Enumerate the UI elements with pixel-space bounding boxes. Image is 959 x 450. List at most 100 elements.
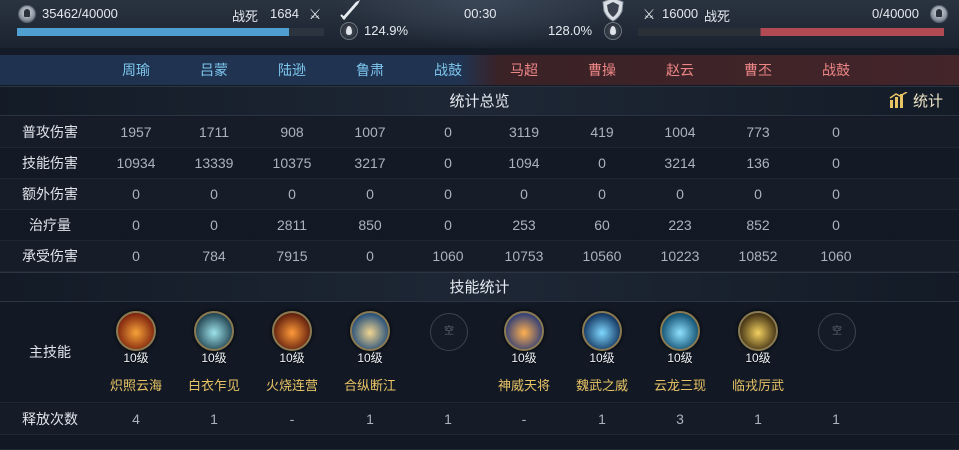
table-cell: 419 [590,124,614,140]
hero-name-red[interactable]: 战鼓 [797,55,875,85]
table-cell: 0 [366,248,374,264]
left-morale-icon [340,22,358,40]
left-dead-value: 1684 [270,6,299,21]
skill-slot[interactable]: 10级神威天将 [485,303,563,403]
burning-camp-icon [272,311,312,351]
left-troops-icon [18,5,36,23]
skill-title-text: 技能统计 [449,279,510,296]
hero-name-red[interactable]: 曹丕 [719,55,797,85]
cast-count-cell: - [521,411,527,427]
table-cell: 0 [444,217,452,233]
table-cell: 0 [210,186,218,202]
table-cell: 223 [668,217,692,233]
skill-slot[interactable]: 10级云龙三现 [641,303,719,403]
table-cell: 10223 [660,248,700,264]
table-cell: 0 [444,124,452,140]
table-cell: 0 [754,186,762,202]
table-cell: 10934 [116,155,156,171]
cast-count-cell: 1 [444,411,452,427]
hero-name-red[interactable]: 曹操 [563,55,641,85]
row-label: 额外伤害 [22,186,78,202]
hero-name-blue[interactable]: 陆逊 [253,55,331,85]
skill-slot[interactable]: 10级 白衣乍见 [175,303,253,403]
table-cell: 773 [746,124,770,140]
table-cell: 0 [832,124,840,140]
row-label: 技能伤害 [22,155,78,171]
skill-slot[interactable]: 空 [797,303,875,403]
hero-name-blue[interactable]: 周瑜 [97,55,175,85]
table-cell: 0 [132,248,140,264]
hero-name-red[interactable]: 马超 [485,55,563,85]
skill-slot[interactable]: 10级 火烧连营 [253,303,331,403]
skill-level: 10级 [745,351,771,365]
left-attack-percent: 124.9% [364,23,409,38]
skill-name: 云龙三现 [653,378,706,393]
table-cell: 850 [358,217,382,233]
right-troops-bar [638,28,944,36]
hero-name-blue[interactable]: 吕蒙 [175,55,253,85]
right-morale-icon [604,22,622,40]
table-row: 治疗量 0 0 2811 850 0 253 60 223 852 0 [0,210,959,241]
table-row: 技能伤害 10934 13339 10375 3217 0 1094 0 3214 136 0 [0,148,959,179]
hero-name-blue[interactable]: 鲁肃 [331,55,409,85]
cast-count-cell: 4 [132,411,140,427]
battle-report-screen: 35462/40000 战死 1684 ⚔ 124.9% 00:30 128.0… [0,0,959,450]
table-cell: 0 [444,186,452,202]
skill-slot[interactable]: 10级魏武之威 [563,303,641,403]
table-cell: 10560 [582,248,622,264]
overview-section-title: 统计总览 统计 [0,86,959,116]
hero-name-blue[interactable]: 战鼓 [409,55,487,85]
overview-title-text: 统计总览 [449,93,510,110]
skill-level: 10级 [511,351,537,365]
right-dead-label: 战死 [704,9,731,24]
table-cell: 3214 [664,155,696,171]
table-cell: 852 [746,217,770,233]
table-cell: 10852 [738,248,778,264]
skill-slot[interactable]: 10级 合纵断江 [331,303,409,403]
hero-name-red[interactable]: 赵云 [641,55,719,85]
skill-level: 10级 [589,351,615,365]
cast-count-cell: 1 [754,411,762,427]
table-cell: 0 [288,186,296,202]
stats-button[interactable]: 统计 [889,87,943,117]
white-wave-icon [194,311,234,351]
row-label: 承受伤害 [22,248,78,264]
skill-level: 10级 [667,351,693,365]
table-cell: 784 [202,248,226,264]
table-cell: 1957 [120,124,152,140]
table-cell: 3217 [354,155,386,171]
fire-swirl-icon [116,311,156,351]
blue-dragon-icon [660,311,700,351]
table-cell: 1711 [198,124,230,140]
left-dead-label: 战死 [232,9,259,24]
skill-name: 神威天将 [497,378,550,393]
sword-icon [340,0,360,20]
table-row: 额外伤害 0 0 0 0 0 0 0 0 0 0 [0,179,959,210]
table-cell: 1060 [432,248,464,264]
table-row: 承受伤害 0 784 7915 0 1060 10753 10560 10223 10852 106… [0,241,959,272]
table-cell: 253 [512,217,536,233]
left-troops-count: 35462/40000 [42,6,118,21]
table-cell: 2811 [276,217,308,233]
diamond-shield-icon [350,311,390,351]
skill-name: 魏武之威 [575,378,628,393]
skill-slot[interactable]: 空 [409,303,487,403]
right-defense-percent: 128.0% [548,23,593,38]
blue-warrior-icon [582,311,622,351]
cast-count-cell: 1 [832,411,840,427]
skill-slot[interactable]: 10级 临戎厉武 [719,303,797,403]
table-cell: 0 [132,186,140,202]
table-cell: 10753 [504,248,544,264]
table-cell: 0 [366,186,374,202]
main-skill-row: 主技能 10级 炽照云海 10级 白衣乍见 10级 火烧连营 10级 合纵断江空 10级 神威天将… [0,303,959,403]
right-troops-icon [930,5,948,23]
cast-count-row: 释放次数 4 1 - 1 1 - 1 3 1 1 [0,404,959,435]
skill-level: 10级 [201,351,227,365]
table-cell: 13339 [194,155,234,171]
table-cell: 10375 [272,155,312,171]
empty-slot-icon: 空 [430,313,468,351]
battle-status-bar: 35462/40000 战死 1684 ⚔ 124.9% 00:30 128.0… [0,0,959,48]
table-cell: 0 [444,155,452,171]
skill-slot[interactable]: 10级 炽照云海 [97,303,175,403]
table-row: 普攻伤害 1957 1711 908 1007 0 3119 419 1004 773 0 [0,117,959,148]
